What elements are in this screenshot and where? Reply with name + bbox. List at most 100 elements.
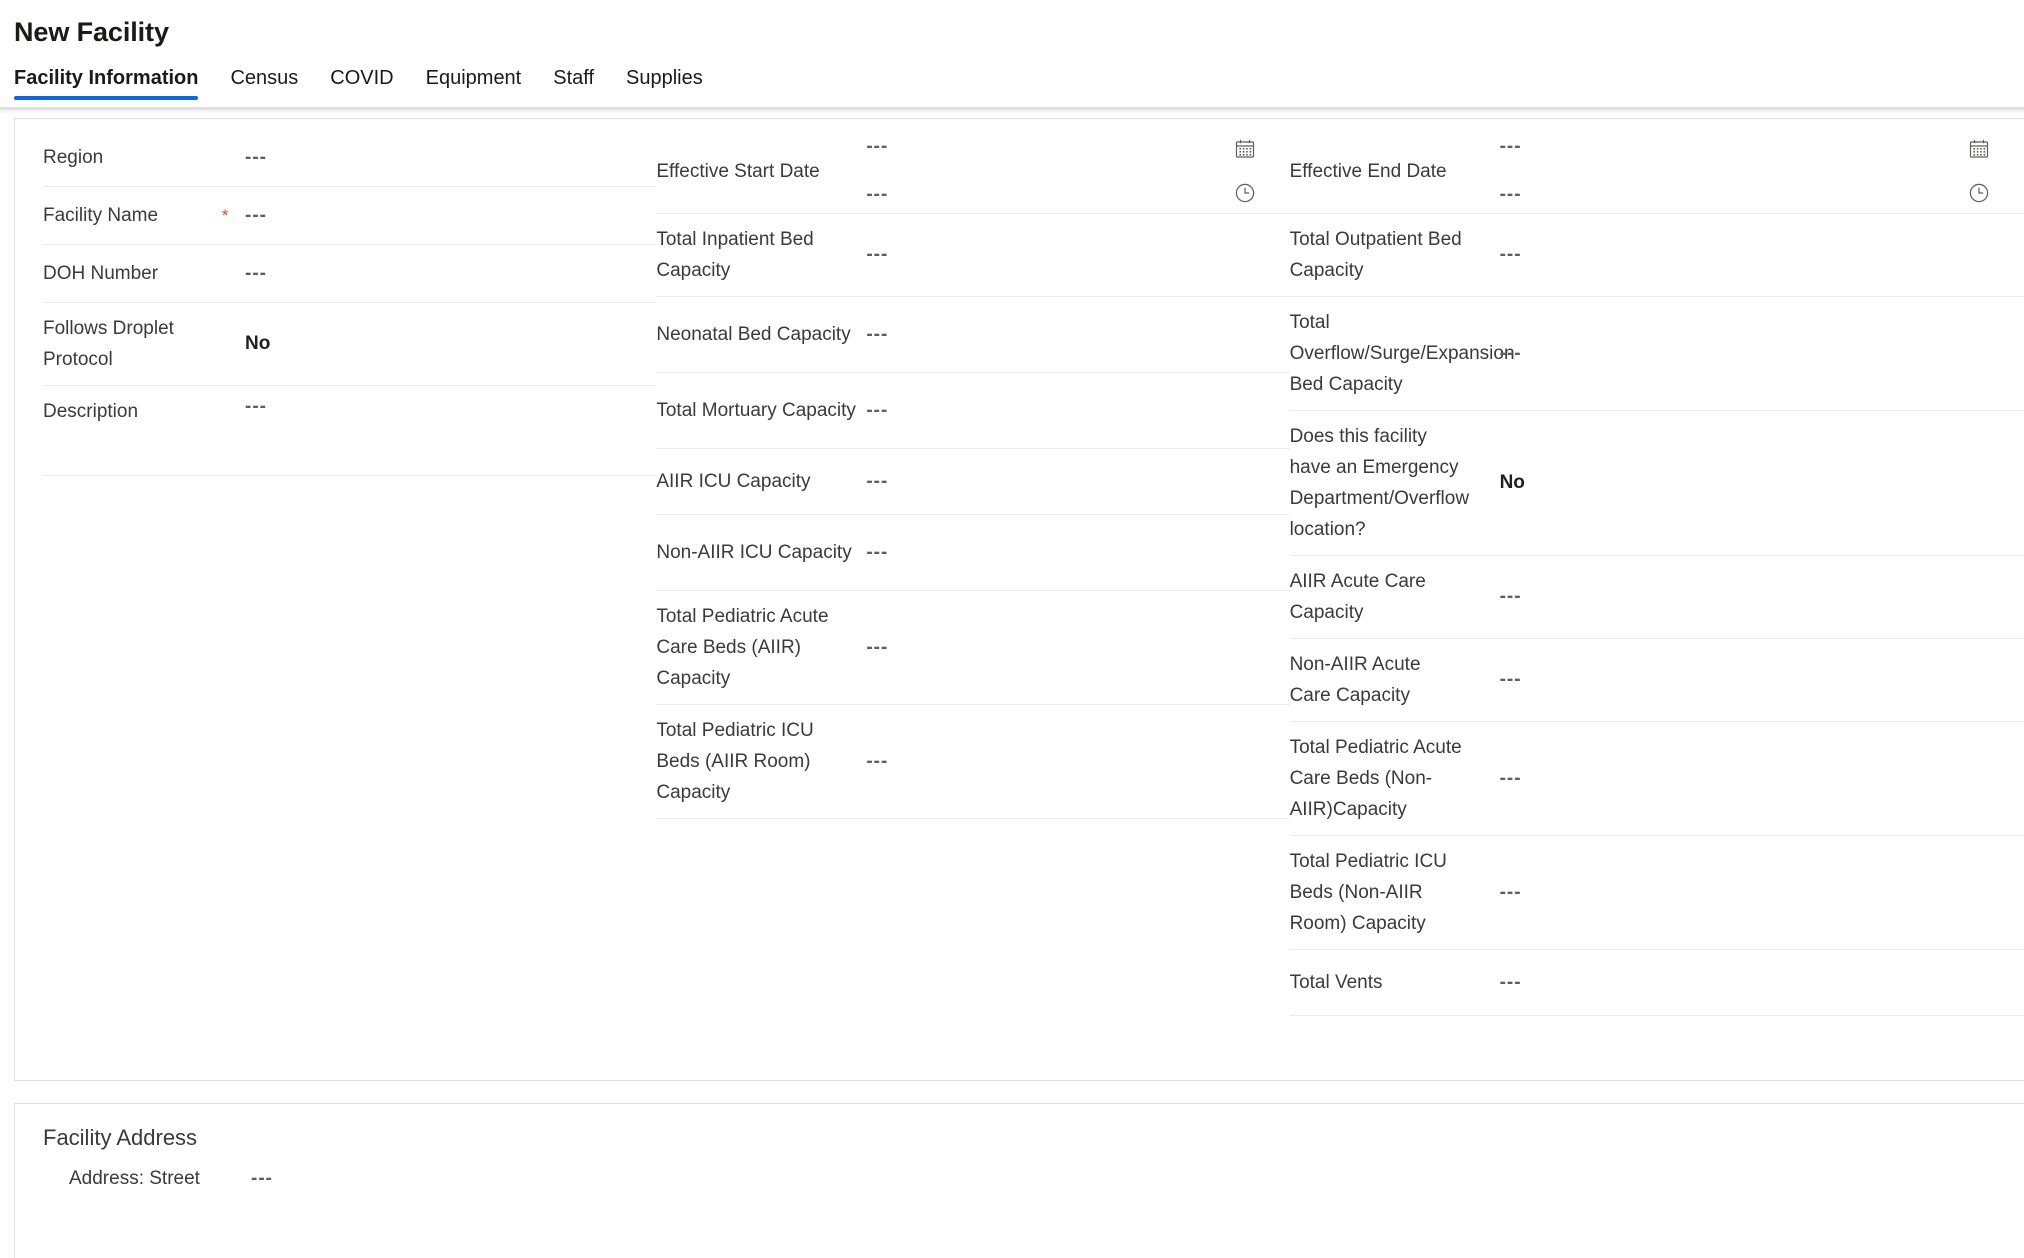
field-label: Total Pediatric ICU Beds (Non-AIIR Room)…: [1289, 851, 1447, 934]
field-label: AIIR ICU Capacity: [656, 471, 811, 492]
field-value[interactable]: ---: [856, 400, 1289, 422]
calendar-icon[interactable]: [1967, 137, 1991, 161]
tab-label: Supplies: [626, 67, 703, 89]
field-total-mortuary-capacity[interactable]: Total Mortuary Capacity ---: [656, 373, 1290, 449]
clock-icon[interactable]: [1233, 181, 1257, 205]
time-value[interactable]: ---: [1500, 185, 1934, 205]
tab-label: Equipment: [425, 67, 522, 89]
field-value[interactable]: ---: [1490, 244, 2024, 266]
field-non-aiir-icu-capacity[interactable]: Non-AIIR ICU Capacity ---: [656, 515, 1290, 591]
date-value[interactable]: ---: [866, 137, 1199, 157]
tabstrip: Facility Information Census COVID Equipm…: [0, 50, 2024, 100]
field-effective-end-date[interactable]: Effective End Date --- ---: [1289, 129, 2024, 214]
field-label: Non-AIIR Acute Care Capacity: [1289, 654, 1421, 706]
field-value[interactable]: ---: [1466, 882, 2024, 904]
field-label: Facility Name: [43, 205, 159, 226]
field-value[interactable]: ---: [856, 244, 1289, 266]
tab-label: Facility Information: [14, 67, 199, 89]
form-column-left: Region --- Facility Name * --- DOH Numbe…: [15, 119, 657, 476]
field-label: Total Pediatric ICU Beds (AIIR Room) Cap…: [656, 720, 814, 803]
calendar-icon[interactable]: [1233, 137, 1257, 161]
field-doh-number[interactable]: DOH Number ---: [43, 245, 657, 303]
field-total-pediatric-acute-care-beds-non-aiir-capacity[interactable]: Total Pediatric Acute Care Beds (Non-AII…: [1289, 722, 2024, 836]
facility-information-card: Region --- Facility Name * --- DOH Numbe…: [14, 118, 2024, 1081]
field-description[interactable]: Description ---: [43, 386, 657, 476]
field-total-pediatric-acute-care-beds-aiir-capacity[interactable]: Total Pediatric Acute Care Beds (AIIR) C…: [656, 591, 1290, 705]
field-label: DOH Number: [43, 263, 159, 284]
tab-label: COVID: [330, 67, 394, 89]
page-title: New Facility: [14, 17, 169, 47]
tab-covid[interactable]: COVID: [330, 67, 393, 100]
form-column-right: Effective End Date --- --- Total Outpati…: [1289, 119, 2024, 1016]
field-label: AIIR Acute Care Capacity: [1289, 571, 1426, 623]
datetime-icons: [1934, 137, 2024, 205]
datetime-values: --- ---: [856, 137, 1199, 205]
field-value[interactable]: ---: [856, 542, 1289, 564]
field-label: Total Pediatric Acute Care Beds (Non-AII…: [1289, 737, 1462, 820]
clock-icon[interactable]: [1967, 181, 1991, 205]
field-total-vents[interactable]: Total Vents ---: [1289, 950, 2024, 1016]
field-non-aiir-acute-care-capacity[interactable]: Non-AIIR Acute Care Capacity ---: [1289, 639, 2024, 722]
datetime-values: --- ---: [1490, 137, 1934, 205]
tab-label: Census: [230, 67, 299, 89]
field-label: Address: Street: [69, 1168, 200, 1189]
time-value[interactable]: ---: [866, 185, 1199, 205]
field-value[interactable]: ---: [1466, 768, 2024, 790]
field-aiir-icu-capacity[interactable]: AIIR ICU Capacity ---: [656, 449, 1290, 515]
field-value[interactable]: ---: [235, 205, 656, 227]
field-label: Total Overflow/Surge/Expansion Bed Capac…: [1289, 312, 1515, 395]
field-label: Effective Start Date: [656, 160, 820, 182]
field-label: Total Mortuary Capacity: [656, 400, 856, 421]
field-value[interactable]: ---: [856, 637, 1289, 659]
field-value[interactable]: ---: [1466, 586, 2024, 608]
facility-address-card: Facility Address Address: Street ---: [14, 1103, 2024, 1258]
field-value[interactable]: ---: [1466, 343, 2024, 365]
field-label: Effective End Date: [1289, 160, 1447, 182]
field-value[interactable]: No: [1466, 472, 2024, 494]
field-value[interactable]: ---: [1466, 972, 2024, 994]
field-value[interactable]: ---: [856, 471, 1289, 493]
field-label: Description: [43, 401, 139, 422]
tab-supplies[interactable]: Supplies: [626, 67, 703, 100]
field-value[interactable]: ---: [856, 324, 1289, 346]
field-value[interactable]: ---: [235, 147, 656, 169]
field-value[interactable]: ---: [856, 751, 1289, 773]
section-divider: [0, 107, 2024, 114]
field-label: Follows Droplet Protocol: [43, 318, 174, 370]
field-label: Does this facility have an Emergency Dep…: [1289, 426, 1470, 540]
field-region[interactable]: Region ---: [43, 129, 657, 187]
field-value[interactable]: No: [235, 333, 656, 355]
form-columns: Region --- Facility Name * --- DOH Numbe…: [15, 119, 2024, 1080]
field-total-outpatient-bed-capacity[interactable]: Total Outpatient Bed Capacity ---: [1289, 214, 2024, 297]
field-neonatal-bed-capacity[interactable]: Neonatal Bed Capacity ---: [656, 297, 1290, 373]
tab-facility-information[interactable]: Facility Information: [14, 67, 199, 100]
field-label: Total Outpatient Bed Capacity: [1289, 229, 1462, 281]
field-address-street[interactable]: Address: Street ---: [43, 1168, 2024, 1190]
field-value[interactable]: ---: [235, 396, 656, 418]
field-emergency-department-overflow-location[interactable]: Does this facility have an Emergency Dep…: [1289, 411, 2024, 556]
field-effective-start-date[interactable]: Effective Start Date --- ---: [656, 129, 1290, 214]
field-label: Non-AIIR ICU Capacity: [656, 542, 852, 563]
field-total-overflow-surge-expansion-bed-capacity[interactable]: Total Overflow/Surge/Expansion Bed Capac…: [1289, 297, 2024, 411]
field-label: Total Pediatric Acute Care Beds (AIIR) C…: [656, 606, 829, 689]
tab-label: Staff: [553, 67, 595, 89]
field-value[interactable]: ---: [235, 263, 656, 285]
field-follows-droplet-protocol[interactable]: Follows Droplet Protocol No: [43, 303, 657, 386]
field-facility-name[interactable]: Facility Name * ---: [43, 187, 657, 245]
field-label: Region: [43, 147, 104, 168]
required-indicator: *: [221, 205, 229, 225]
date-value[interactable]: ---: [1500, 137, 1934, 157]
tab-equipment[interactable]: Equipment: [426, 67, 522, 100]
field-value[interactable]: ---: [241, 1168, 273, 1190]
field-label: Neonatal Bed Capacity: [656, 324, 851, 345]
field-total-inpatient-bed-capacity[interactable]: Total Inpatient Bed Capacity ---: [656, 214, 1290, 297]
field-value[interactable]: ---: [1466, 669, 2024, 691]
page-header: New Facility: [0, 0, 2024, 50]
field-total-pediatric-icu-beds-aiir-room-capacity[interactable]: Total Pediatric ICU Beds (AIIR Room) Cap…: [656, 705, 1290, 819]
tab-census[interactable]: Census: [230, 67, 298, 100]
tab-staff[interactable]: Staff: [553, 67, 594, 100]
facility-address-section-title: Facility Address: [43, 1125, 198, 1150]
field-total-pediatric-icu-beds-non-aiir-room-capacity[interactable]: Total Pediatric ICU Beds (Non-AIIR Room)…: [1289, 836, 2024, 950]
form-column-middle: Effective Start Date --- --- Total Inpat…: [656, 119, 1290, 819]
field-aiir-acute-care-capacity[interactable]: AIIR Acute Care Capacity ---: [1289, 556, 2024, 639]
